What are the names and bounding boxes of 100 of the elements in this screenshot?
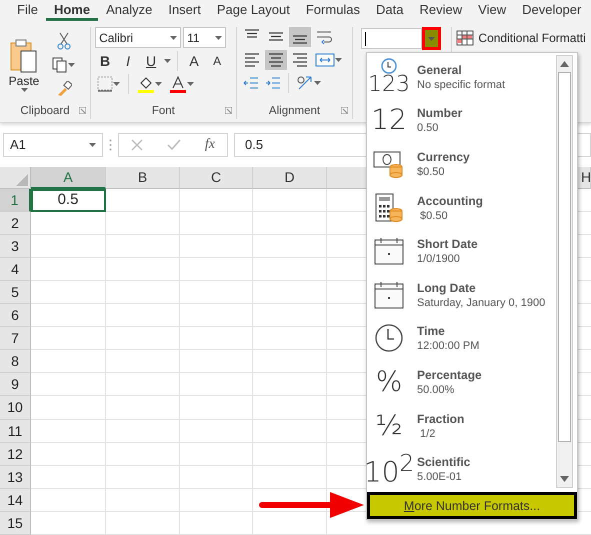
indent-icon [264, 76, 281, 90]
format-name: Time [417, 324, 446, 338]
clipboard-icon [10, 38, 38, 74]
format-name: Number [417, 106, 462, 120]
alignment-button[interactable] [288, 27, 311, 47]
row-header: 10 [0, 396, 31, 420]
format-glyph: % [376, 368, 402, 396]
group-label: Clipboard [20, 104, 70, 117]
caret-icon [155, 82, 162, 86]
dialog-launcher-icon [341, 106, 348, 114]
caret-icon [428, 36, 436, 40]
format-example: 5.00E-01 [417, 471, 463, 484]
copy-icon [52, 56, 68, 73]
format-example: 1/0/1900 [417, 253, 461, 266]
number-format-dropdown-button[interactable] [422, 27, 442, 50]
italic-button[interactable]: I [118, 51, 138, 71]
font-color-icon [169, 76, 188, 92]
format-example: $0.50 [419, 210, 449, 222]
format-name: Scientific [417, 455, 470, 470]
scissors-icon [56, 32, 70, 50]
format-option[interactable]: ½ Fraction 1/2 [367, 404, 556, 448]
caret-icon [68, 62, 75, 67]
format-glyph: 123 [368, 74, 410, 96]
shrink-font-button[interactable]: A [207, 51, 228, 71]
format-example: Saturday, January 0, 1900 [417, 296, 546, 309]
caret-icon [164, 59, 172, 63]
ribbon-tab[interactable]: Page Layout [208, 0, 298, 21]
borders-icon [97, 76, 114, 92]
ribbon-tab[interactable]: File [9, 0, 46, 21]
row-header: 7 [0, 327, 31, 350]
alignment-button[interactable] [264, 50, 287, 70]
format-option[interactable]: Accounting $0.50 [367, 186, 556, 230]
conditional-formatting-button[interactable]: Conditional Formatti [456, 27, 587, 49]
font-size-field[interactable]: 11 [183, 27, 226, 48]
row-header: 1 [0, 188, 31, 212]
format-option[interactable]: Long Date Saturday, January 0, 1900 [367, 272, 556, 317]
ribbon-tab[interactable]: Review [412, 0, 470, 21]
caret-icon [314, 81, 321, 85]
underline-button[interactable]: U [141, 51, 162, 71]
font-name-field[interactable]: Calibri [95, 27, 182, 48]
calendar-icon [374, 280, 404, 309]
more-formats-button[interactable]: More Number Formats... [367, 492, 577, 519]
clock-icon [381, 58, 397, 74]
name-box[interactable]: A1 [3, 132, 103, 157]
row-header: 9 [0, 373, 31, 396]
format-name: Long Date [417, 280, 477, 295]
paste-button[interactable]: Paste [4, 38, 44, 92]
select-all-icon [16, 174, 28, 186]
format-name: Short Date [417, 237, 478, 252]
row-header: 6 [0, 304, 31, 328]
format-name: Currency [417, 150, 470, 164]
dialog-launcher-icon [79, 106, 86, 114]
ribbon-tab[interactable]: View [470, 0, 514, 21]
row-header: 8 [0, 350, 31, 374]
row-header: 5 [0, 280, 31, 304]
format-glyph: ½ [375, 412, 403, 440]
format-glyph: 10$^{2}$ [364, 452, 414, 486]
caret-icon [20, 88, 28, 92]
table-cell: 0.5 [31, 188, 106, 212]
column-header: C [180, 166, 253, 189]
format-example: 1/2 [419, 428, 436, 440]
column-header: D [253, 166, 327, 189]
ribbon-tab[interactable]: Developer [514, 0, 590, 21]
align-center-icon [268, 52, 284, 68]
copy-button[interactable] [50, 54, 77, 75]
align-right-icon [292, 52, 308, 68]
number-format-field[interactable] [361, 28, 422, 49]
dialog-launcher-icon [224, 106, 232, 114]
bottom-align-icon [292, 35, 308, 45]
insert-function-button[interactable]: fx [204, 136, 215, 153]
check-icon[interactable] [166, 138, 181, 151]
row-header: 12 [0, 442, 31, 466]
top-align-icon [244, 29, 260, 39]
row-header: 13 [0, 466, 31, 489]
grow-font-button[interactable]: A [184, 51, 204, 71]
group-label: Alignment [268, 104, 320, 117]
table-grid-icon [456, 30, 474, 46]
font-color-button[interactable] [167, 74, 196, 94]
scrollbar[interactable] [556, 55, 573, 488]
row-header: 11 [0, 420, 31, 443]
format-example: 12:00:00 PM [417, 340, 480, 352]
format-option[interactable]: Currency $0.50 [367, 142, 556, 186]
format-option[interactable]: % Percentage 50.00% [367, 360, 556, 404]
format-option[interactable]: Time 12:00:00 PM [367, 316, 556, 360]
format-name: General [417, 62, 463, 77]
borders-button[interactable] [95, 74, 122, 94]
format-example: $0.50 [417, 166, 446, 178]
column-header: A [31, 166, 106, 189]
ribbon-tab[interactable]: Analyze [98, 0, 160, 21]
caret-icon [187, 82, 194, 86]
caret-icon [215, 36, 222, 40]
row-header: 15 [0, 512, 31, 535]
ribbon-tab[interactable]: Data [368, 0, 412, 21]
format-glyph: 12 [371, 106, 407, 134]
format-option[interactable]: Short Date 1/0/1900 [367, 229, 556, 273]
row-header: 4 [0, 258, 31, 281]
ribbon-tab[interactable]: Formulas [298, 0, 368, 21]
ribbon-tab[interactable]: Insert [160, 0, 209, 21]
bold-button[interactable]: B [95, 51, 116, 71]
paintbrush-icon [56, 80, 72, 97]
